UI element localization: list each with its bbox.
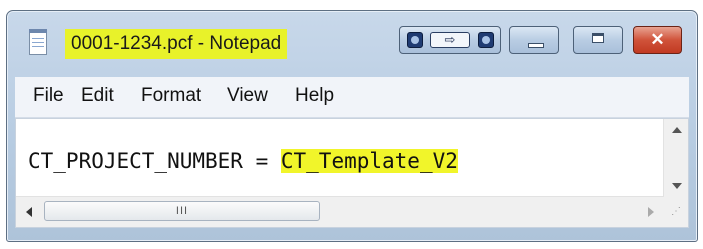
scroll-thumb[interactable]: III bbox=[44, 201, 320, 221]
window-title: 0001-1234.pcf - Notepad bbox=[65, 29, 288, 59]
scroll-right-icon[interactable] bbox=[648, 207, 654, 217]
title-bar[interactable]: 0001-1234.pcf - Notepad ⇨ ✕ bbox=[7, 11, 697, 77]
text-key: CT_PROJECT_NUMBER = bbox=[28, 149, 281, 173]
title-extras-group: ⇨ bbox=[399, 26, 501, 54]
horizontal-scrollbar[interactable]: III bbox=[16, 196, 664, 227]
menu-edit[interactable]: Edit bbox=[81, 85, 114, 107]
text-line: CT_PROJECT_NUMBER = CT_Template_V2 bbox=[28, 149, 458, 173]
notepad-icon[interactable] bbox=[29, 29, 47, 55]
scroll-left-icon[interactable] bbox=[26, 207, 32, 217]
share-button[interactable]: ⇨ bbox=[430, 32, 470, 48]
record-icon[interactable] bbox=[407, 32, 423, 48]
maximize-icon bbox=[592, 33, 604, 43]
resize-grip-icon[interactable]: ⋰ bbox=[664, 197, 688, 227]
text-editor[interactable]: CT_PROJECT_NUMBER = CT_Template_V2 III ⋰ bbox=[15, 118, 689, 228]
menu-file[interactable]: File bbox=[33, 85, 64, 107]
minimize-button[interactable] bbox=[509, 26, 559, 54]
text-value-highlight: CT_Template_V2 bbox=[280, 149, 458, 173]
menu-view[interactable]: View bbox=[227, 85, 268, 107]
vertical-scrollbar[interactable] bbox=[663, 119, 688, 197]
record-icon-2[interactable] bbox=[478, 32, 494, 48]
menu-format[interactable]: Format bbox=[141, 85, 201, 107]
menu-bar: File Edit Format View Help bbox=[15, 77, 689, 118]
scroll-down-icon[interactable] bbox=[672, 183, 682, 189]
notepad-window: 0001-1234.pcf - Notepad ⇨ ✕ File Edit Fo… bbox=[6, 10, 698, 242]
menu-help[interactable]: Help bbox=[295, 85, 334, 107]
minimize-icon bbox=[528, 43, 544, 48]
maximize-button[interactable] bbox=[573, 26, 623, 54]
close-button[interactable]: ✕ bbox=[633, 26, 682, 54]
close-icon: ✕ bbox=[650, 30, 665, 49]
scroll-up-icon[interactable] bbox=[672, 127, 682, 133]
